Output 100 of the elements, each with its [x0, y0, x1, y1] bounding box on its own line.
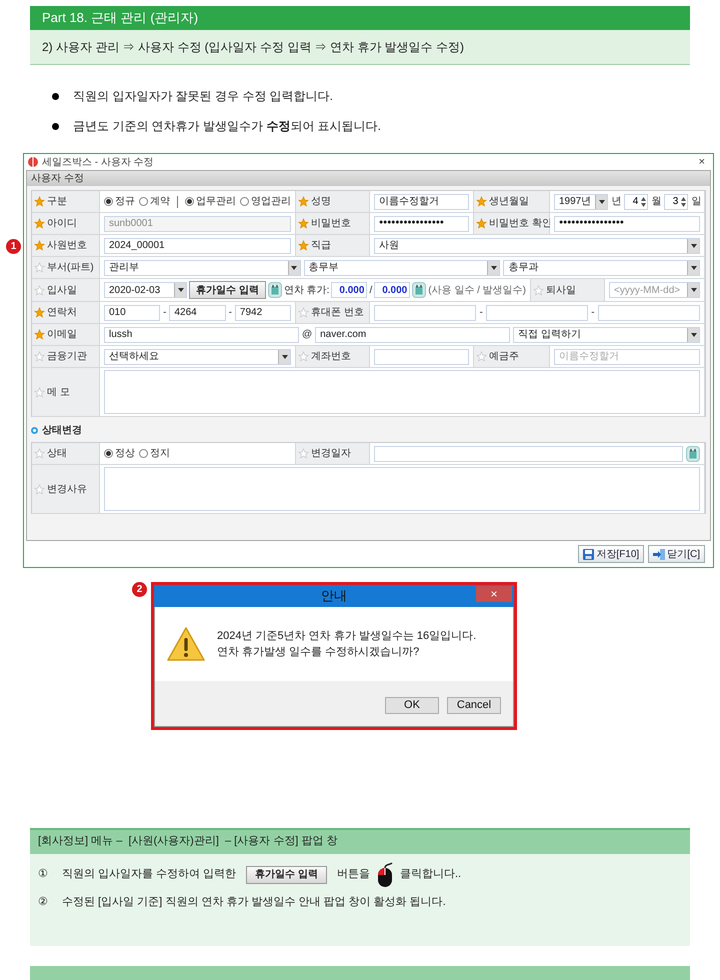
chapter-header: Part 18. 근태 관리 (관리자) [30, 6, 690, 30]
step-number-badge: 2 [132, 582, 147, 597]
radio-option[interactable]: 업무관리 [185, 194, 236, 209]
input-field[interactable] [374, 348, 469, 364]
dropdown[interactable]: 총무부 [304, 260, 500, 276]
field-label: 직급 [311, 239, 331, 253]
radio-button[interactable] [240, 197, 249, 206]
hint-text: (사용 일수 / 발생일수) [428, 284, 526, 298]
ok-button[interactable]: OK [385, 697, 439, 714]
field-label: 변경일자 [311, 447, 351, 461]
close-button[interactable]: × [694, 156, 709, 168]
dropdown[interactable]: 선택하세요 [104, 348, 291, 364]
dropdown[interactable]: 1997년 [554, 194, 608, 210]
input-field[interactable] [374, 304, 476, 320]
input-field[interactable]: naver.com [315, 326, 510, 342]
dropdown[interactable]: 관리부 [104, 260, 301, 276]
radio-option[interactable]: 계약 [139, 194, 170, 209]
vacation-days-button-image: 휴가일수 입력 [246, 866, 327, 884]
input-field[interactable]: lussh [104, 326, 299, 342]
field-label: 휴대폰 번호 [311, 306, 364, 320]
window-title: 세일즈박스 - 사용자 수정 [42, 156, 155, 170]
number-spinner[interactable]: 4 [624, 194, 648, 210]
note-text: 클릭합니다.. [400, 867, 462, 882]
calendar-icon[interactable] [686, 446, 700, 462]
input-field[interactable]: 이름수정할거 [374, 194, 469, 210]
step-number: ① [38, 867, 48, 882]
field-label: 아이디 [47, 217, 77, 231]
field-label: 메 모 [47, 386, 70, 400]
field-text: 일 [691, 195, 702, 209]
radio-option[interactable]: 영업관리 [240, 194, 291, 209]
field-label: 구분 [47, 195, 67, 209]
app-logo-icon [28, 157, 38, 167]
field-text: - [479, 306, 483, 320]
radio-button[interactable] [139, 449, 148, 458]
warning-icon [167, 627, 205, 661]
radio-option[interactable]: 정상 [104, 446, 135, 461]
input-field[interactable] [374, 446, 683, 462]
section-marker-icon [31, 427, 38, 434]
field-label: 성명 [311, 195, 331, 209]
input-field[interactable]: 4264 [169, 304, 226, 320]
close-button[interactable]: 닫기[C] [648, 545, 705, 563]
bullet-icon [52, 92, 59, 100]
radio-button[interactable] [104, 449, 113, 458]
calendar-icon[interactable] [412, 282, 426, 298]
field-label: 생년월일 [489, 195, 529, 209]
field-label: 예금주 [489, 350, 519, 364]
field-label: 금융기관 [47, 350, 87, 364]
number-spinner[interactable]: 3 [664, 194, 688, 210]
bullet-icon [52, 122, 59, 130]
section-heading: 상태변경 [42, 424, 82, 438]
field-label: 사원번호 [47, 239, 87, 253]
field-label: 상태 [47, 447, 67, 461]
radio-button[interactable] [139, 197, 148, 206]
field-label: 변경사유 [47, 482, 87, 496]
input-field[interactable] [598, 304, 700, 320]
field-label: 부서(파트) [47, 261, 94, 275]
radio-option[interactable]: 정지 [139, 446, 170, 461]
input-field[interactable]: 2024_00001 [104, 238, 291, 254]
field-label: 비밀번호 [311, 217, 351, 231]
mouse-icon [376, 862, 394, 888]
radio-button[interactable] [104, 197, 113, 206]
field-label: 퇴사일 [546, 284, 576, 298]
field-text: - [163, 306, 166, 320]
input-field[interactable]: 0.000 [374, 282, 410, 298]
radio-button[interactable] [185, 197, 194, 206]
dropdown[interactable]: 사원 [374, 238, 700, 254]
field-text: 연차 휴가: [284, 284, 330, 298]
field-label: 이메일 [47, 328, 77, 342]
dialog-message: 2024년 기준5년차 연차 휴가 발생일수는 16일입니다. [217, 628, 476, 644]
input-field[interactable]: 0.000 [331, 282, 368, 298]
input-field[interactable]: 7942 [234, 304, 292, 320]
note-text: 수정된 [입사일 기준] 직원의 연차 휴가 발생일수 안내 팝업 창이 활성화 됩니다. [62, 894, 446, 910]
save-button[interactable]: 저장[F10] [578, 545, 644, 563]
dropdown[interactable]: 총무과 [503, 260, 700, 276]
input-field[interactable]: 010 [104, 304, 160, 320]
vacation-days-button[interactable]: 휴가일수 입력 [189, 281, 266, 299]
field-text: 월 [651, 195, 662, 209]
section-header: 2) 사용자 관리 ⇒ 사용자 수정 (입사일자 수정 입력 ⇒ 연차 휴가 발생일수 수정) [30, 30, 690, 65]
field-text: 년 [611, 195, 622, 209]
field-label: 연락처 [47, 306, 77, 320]
step-number-badge: 1 [6, 239, 21, 254]
dropdown[interactable]: 직접 입력하기 [513, 326, 700, 342]
dialog-title: 안내 [321, 587, 347, 606]
radio-option[interactable]: 정규 [104, 194, 135, 209]
step-number: ② [38, 894, 48, 910]
field-text: - [591, 306, 595, 320]
field-text: - [228, 306, 232, 320]
input-field[interactable] [486, 304, 588, 320]
dialog-message: 연차 휴가발생 일수를 수정하시겠습니까? [217, 645, 420, 660]
field-text: / [369, 284, 372, 298]
field-label: 계좌번호 [311, 350, 351, 364]
bullet-text: 금년도 기준의 연차휴가 발생일수가 수정되어 표시됩니다. [73, 118, 382, 135]
close-button[interactable]: × [476, 586, 512, 602]
notes-header: [회사정보] 메뉴 – [사원(사용자)관리] – [사용자 수정] 팝업 창 [30, 828, 690, 854]
exit-arrow-icon [653, 548, 666, 560]
calendar-icon[interactable] [268, 282, 282, 298]
field-text: @ [302, 328, 312, 342]
cancel-button[interactable]: Cancel [447, 697, 501, 714]
note-text: 버튼을 [336, 867, 370, 882]
dropdown[interactable]: 2020-02-03 [104, 282, 188, 298]
